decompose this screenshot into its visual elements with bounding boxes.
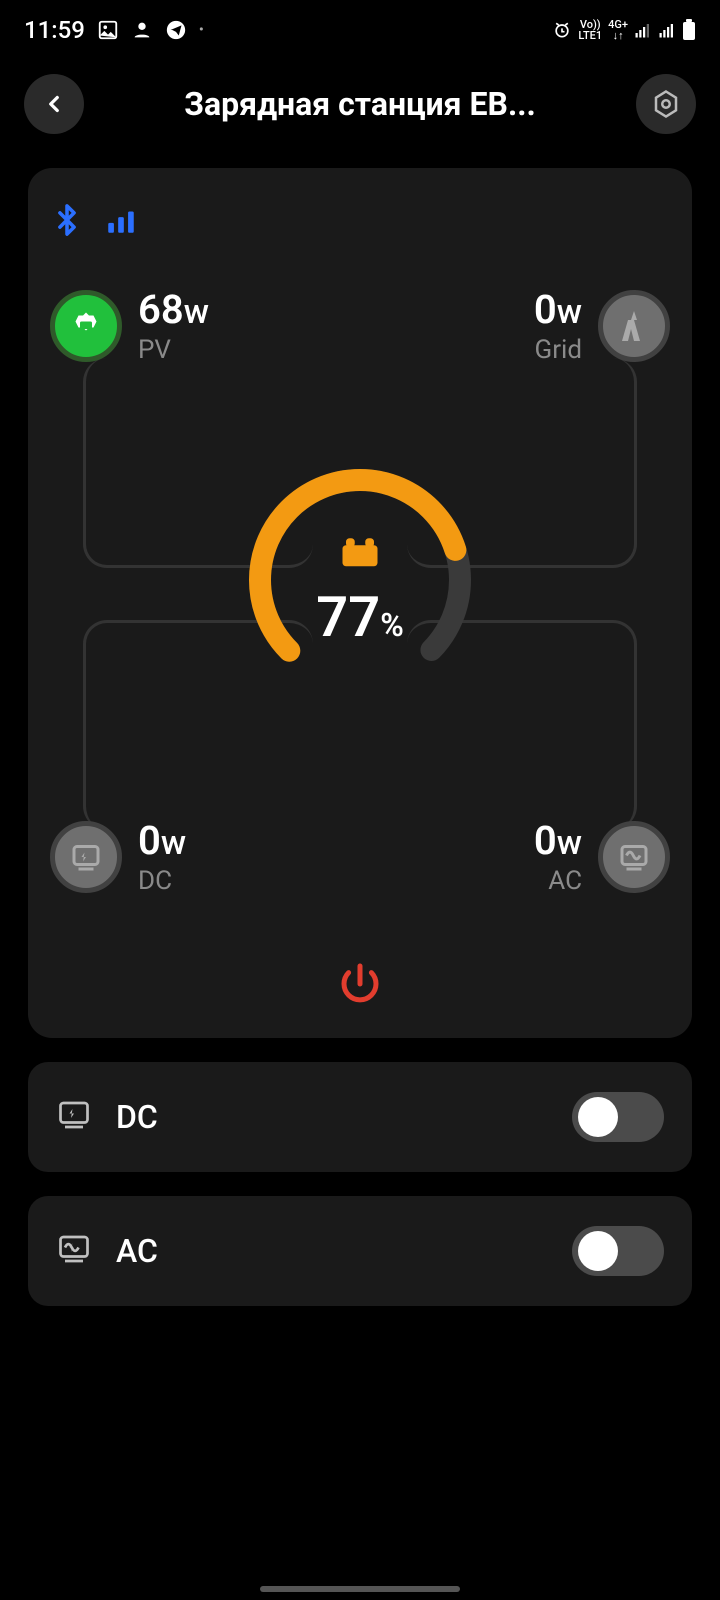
- power-button[interactable]: [336, 960, 384, 1012]
- signal-icon-2: [658, 21, 676, 39]
- signal-strength-icon: [104, 203, 138, 241]
- page-title: Зарядная станция EB...: [100, 85, 620, 123]
- svg-text:+: +: [351, 549, 359, 565]
- chevron-left-icon: [41, 91, 67, 117]
- app-header: Зарядная станция EB...: [0, 60, 720, 148]
- solar-panel-icon: [68, 308, 104, 344]
- power-flow-card: 68w PV 0w Grid 0w DC: [28, 168, 692, 1038]
- ac-toggle-label: AC: [116, 1232, 548, 1270]
- status-arrows: ↓↑: [613, 30, 624, 41]
- dc-label: DC: [138, 866, 186, 896]
- nav-indicator: [260, 1586, 460, 1592]
- dc-toggle-label: DC: [116, 1098, 548, 1136]
- grid-unit: w: [557, 292, 582, 332]
- status-lte: LTE1: [578, 30, 602, 41]
- power-flow-diagram: 68w PV 0w Grid 0w DC: [28, 286, 692, 926]
- ac-output-icon: [616, 839, 652, 875]
- grid-watt: 0: [534, 286, 557, 333]
- pv-unit: w: [184, 292, 209, 332]
- ac-toggle-row: AC: [28, 1196, 692, 1306]
- pv-label: PV: [138, 335, 209, 365]
- image-icon: [97, 19, 119, 41]
- status-bar: 11:59 • Vo)) LTE1 4G+ ↓↑: [0, 0, 720, 60]
- settings-button[interactable]: [636, 74, 696, 134]
- dc-unit: w: [161, 823, 186, 863]
- node-ac[interactable]: 0w AC: [534, 817, 670, 896]
- telegram-icon: [165, 19, 187, 41]
- pv-watt: 68: [138, 286, 184, 333]
- dc-output-icon: [68, 839, 104, 875]
- grid-tower-icon: [616, 308, 652, 344]
- status-dot: •: [199, 22, 204, 38]
- power-icon: [336, 960, 384, 1008]
- dc-row-icon: [56, 1097, 92, 1137]
- back-button[interactable]: [24, 74, 84, 134]
- people-icon: [131, 19, 153, 41]
- grid-label: Grid: [534, 335, 582, 365]
- ac-row-icon: [56, 1231, 92, 1271]
- battery-gauge[interactable]: +− 77%: [240, 460, 480, 700]
- ac-watt: 0: [534, 817, 557, 864]
- battery-center-icon: +−: [316, 538, 404, 574]
- bluetooth-icon: [50, 198, 84, 246]
- status-time: 11:59: [24, 16, 85, 44]
- hex-gear-icon: [651, 89, 681, 119]
- dc-watt: 0: [138, 817, 161, 864]
- signal-icon-1: [634, 21, 652, 39]
- alarm-icon: [552, 20, 572, 40]
- svg-text:−: −: [364, 548, 372, 564]
- battery-icon: [682, 19, 696, 41]
- node-dc[interactable]: 0w DC: [50, 817, 186, 896]
- battery-percent: 77: [316, 584, 380, 650]
- percent-symbol: %: [380, 606, 404, 644]
- dc-toggle[interactable]: [572, 1092, 664, 1142]
- node-pv[interactable]: 68w PV: [50, 286, 209, 365]
- dc-toggle-row: DC: [28, 1062, 692, 1172]
- ac-unit: w: [557, 823, 582, 863]
- ac-toggle[interactable]: [572, 1226, 664, 1276]
- node-grid[interactable]: 0w Grid: [534, 286, 670, 365]
- ac-label: AC: [548, 866, 582, 896]
